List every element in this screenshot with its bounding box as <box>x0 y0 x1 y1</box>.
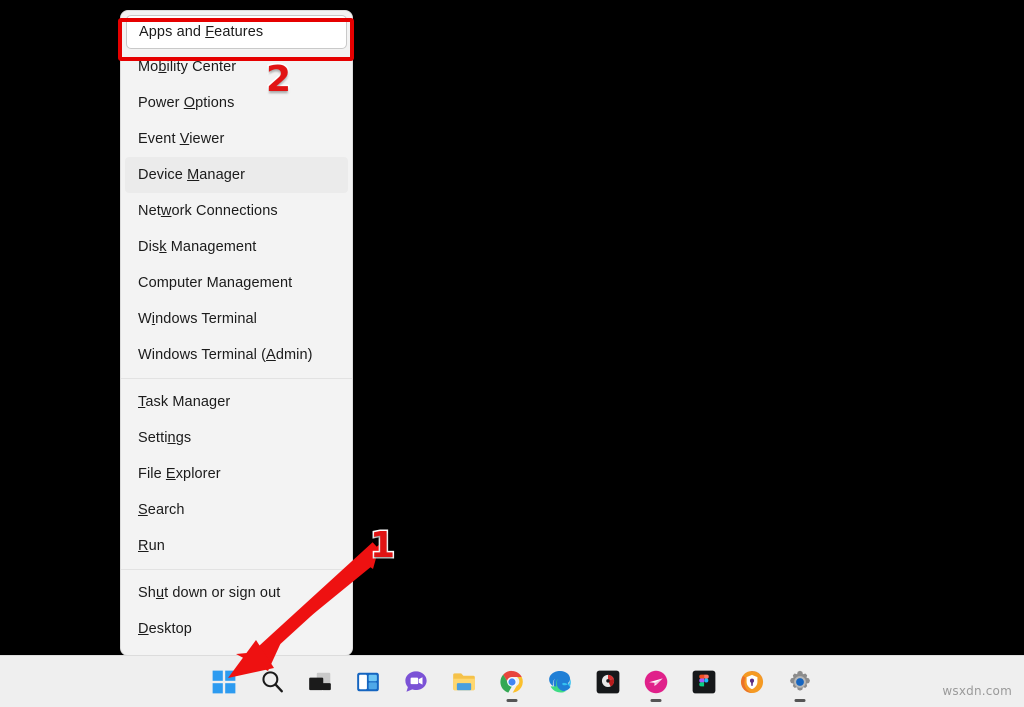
watermark: wsxdn.com <box>942 684 1012 698</box>
menu-item-shut-down-or-sign-out[interactable]: Shut down or sign out <box>121 575 352 611</box>
menu-item-network-connections[interactable]: Network Connections <box>121 193 352 229</box>
menu-item-label: Shut down or sign out <box>138 585 281 601</box>
task-view-icon <box>309 672 331 690</box>
figma-button[interactable] <box>680 660 728 704</box>
menu-item-label: Windows Terminal (Admin) <box>138 347 313 363</box>
menu-item-label: Run <box>138 538 165 554</box>
menu-section-tools: Task Manager Settings File Explorer Sear… <box>121 384 352 564</box>
edge-button[interactable] <box>536 660 584 704</box>
menu-item-device-manager[interactable]: Device Manager <box>125 157 348 193</box>
pink-app-button[interactable] <box>632 660 680 704</box>
menu-item-windows-terminal-admin[interactable]: Windows Terminal (Admin) <box>121 337 352 373</box>
menu-item-mobility-center[interactable]: Mobility Center <box>121 49 352 85</box>
menu-item-label: Settings <box>138 430 192 446</box>
folder-icon <box>453 672 475 690</box>
menu-item-apps-and-features[interactable]: Apps and Features <box>126 15 347 49</box>
chrome-icon <box>500 670 524 693</box>
windows-logo-icon <box>212 670 236 693</box>
menu-item-run[interactable]: Run <box>121 528 352 564</box>
annotation-step-2: 2 <box>264 59 292 100</box>
menu-section-session: Shut down or sign out Desktop <box>121 575 352 647</box>
menu-item-settings[interactable]: Settings <box>121 420 352 456</box>
menu-separator <box>121 569 352 570</box>
menu-item-label: Power Options <box>138 95 235 111</box>
search-button[interactable] <box>248 660 296 704</box>
menu-separator <box>121 378 352 379</box>
menu-item-label: Device Manager <box>138 167 245 183</box>
menu-item-label: Computer Management <box>138 275 293 291</box>
menu-item-label: Desktop <box>138 621 192 637</box>
dark-app-button[interactable] <box>584 660 632 704</box>
menu-item-label: Event Viewer <box>138 131 225 147</box>
chrome-button[interactable] <box>488 660 536 704</box>
taskbar <box>0 655 1024 707</box>
widgets-button[interactable] <box>344 660 392 704</box>
menu-item-windows-terminal[interactable]: Windows Terminal <box>121 301 352 337</box>
menu-item-label: Task Manager <box>138 394 231 410</box>
password-manager-button[interactable] <box>728 660 776 704</box>
chat-button[interactable] <box>392 660 440 704</box>
figma-icon <box>692 670 716 693</box>
menu-item-label: Disk Management <box>138 239 257 255</box>
menu-item-task-manager[interactable]: Task Manager <box>121 384 352 420</box>
menu-item-label: Apps and Features <box>139 24 264 40</box>
pink-plane-icon <box>644 670 668 693</box>
menu-item-event-viewer[interactable]: Event Viewer <box>121 121 352 157</box>
lock-shield-icon <box>740 670 764 693</box>
winx-context-menu: Apps and Features Mobility Center Power … <box>120 10 353 656</box>
desktop-screen: Apps and Features Mobility Center Power … <box>0 0 1024 707</box>
widgets-icon <box>357 672 379 691</box>
menu-item-power-options[interactable]: Power Options <box>121 85 352 121</box>
menu-item-search[interactable]: Search <box>121 492 352 528</box>
task-view-button[interactable] <box>296 660 344 704</box>
start-button[interactable] <box>200 660 248 704</box>
magnifier-icon <box>262 670 283 692</box>
menu-item-file-explorer[interactable]: File Explorer <box>121 456 352 492</box>
annotation-step-1: 1 <box>368 525 396 566</box>
chat-video-icon <box>405 670 427 692</box>
menu-item-label: Network Connections <box>138 203 278 219</box>
gear-icon <box>790 670 810 691</box>
record-dark-icon <box>596 670 620 693</box>
menu-section-system: Apps and Features Mobility Center Power … <box>121 15 352 373</box>
settings-button[interactable] <box>776 660 824 704</box>
menu-item-label: File Explorer <box>138 466 221 482</box>
menu-item-label: Windows Terminal <box>138 311 257 327</box>
file-explorer-button[interactable] <box>440 660 488 704</box>
menu-item-disk-management[interactable]: Disk Management <box>121 229 352 265</box>
menu-item-desktop[interactable]: Desktop <box>121 611 352 647</box>
menu-item-label: Search <box>138 502 185 518</box>
edge-icon <box>549 670 571 693</box>
menu-item-computer-management[interactable]: Computer Management <box>121 265 352 301</box>
menu-item-label: Mobility Center <box>138 59 237 75</box>
